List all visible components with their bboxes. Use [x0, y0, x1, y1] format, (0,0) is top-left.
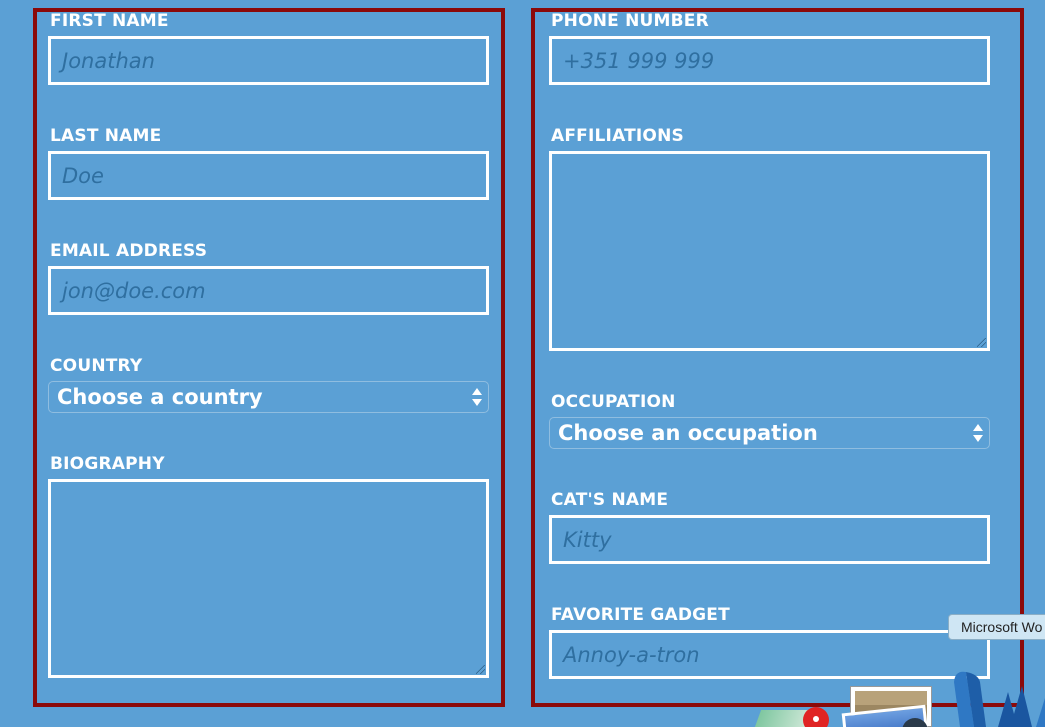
map-pin-icon [803, 707, 829, 727]
affiliations-textarea[interactable] [549, 151, 990, 351]
occupation-select[interactable]: Choose an occupation [549, 417, 990, 449]
last-name-label: LAST NAME [50, 126, 162, 146]
select-arrows-icon [973, 423, 983, 443]
email-label: EMAIL ADDRESS [50, 241, 208, 261]
biography-textarea[interactable] [48, 479, 489, 678]
email-input[interactable]: jon@doe.com [48, 266, 489, 315]
country-label: COUNTRY [50, 356, 143, 376]
resize-handle-icon[interactable] [977, 338, 986, 347]
resize-handle-icon[interactable] [476, 665, 485, 674]
favorite-gadget-label: FAVORITE GADGET [551, 605, 730, 625]
dock-tooltip: Microsoft Wo [948, 614, 1045, 640]
last-name-input[interactable]: Doe [48, 151, 489, 200]
word-icon[interactable] [952, 668, 1045, 727]
biography-label: BIOGRAPHY [50, 454, 165, 474]
country-select[interactable]: Choose a country [48, 381, 489, 413]
select-arrows-icon [472, 387, 482, 407]
affiliations-label: AFFILIATIONS [551, 126, 684, 146]
first-name-label: FIRST NAME [50, 11, 169, 31]
country-select-value: Choose a country [57, 385, 263, 409]
phone-label: PHONE NUMBER [551, 11, 709, 31]
occupation-label: OCCUPATION [551, 392, 676, 412]
cats-name-label: CAT'S NAME [551, 490, 669, 510]
first-name-input[interactable]: Jonathan [48, 36, 489, 85]
cats-name-input[interactable]: Kitty [549, 515, 990, 564]
favorite-gadget-input[interactable]: Annoy-a-tron [549, 630, 990, 679]
form-column-right [531, 8, 1024, 707]
phone-input[interactable]: +351 999 999 [549, 36, 990, 85]
occupation-select-value: Choose an occupation [558, 421, 818, 445]
